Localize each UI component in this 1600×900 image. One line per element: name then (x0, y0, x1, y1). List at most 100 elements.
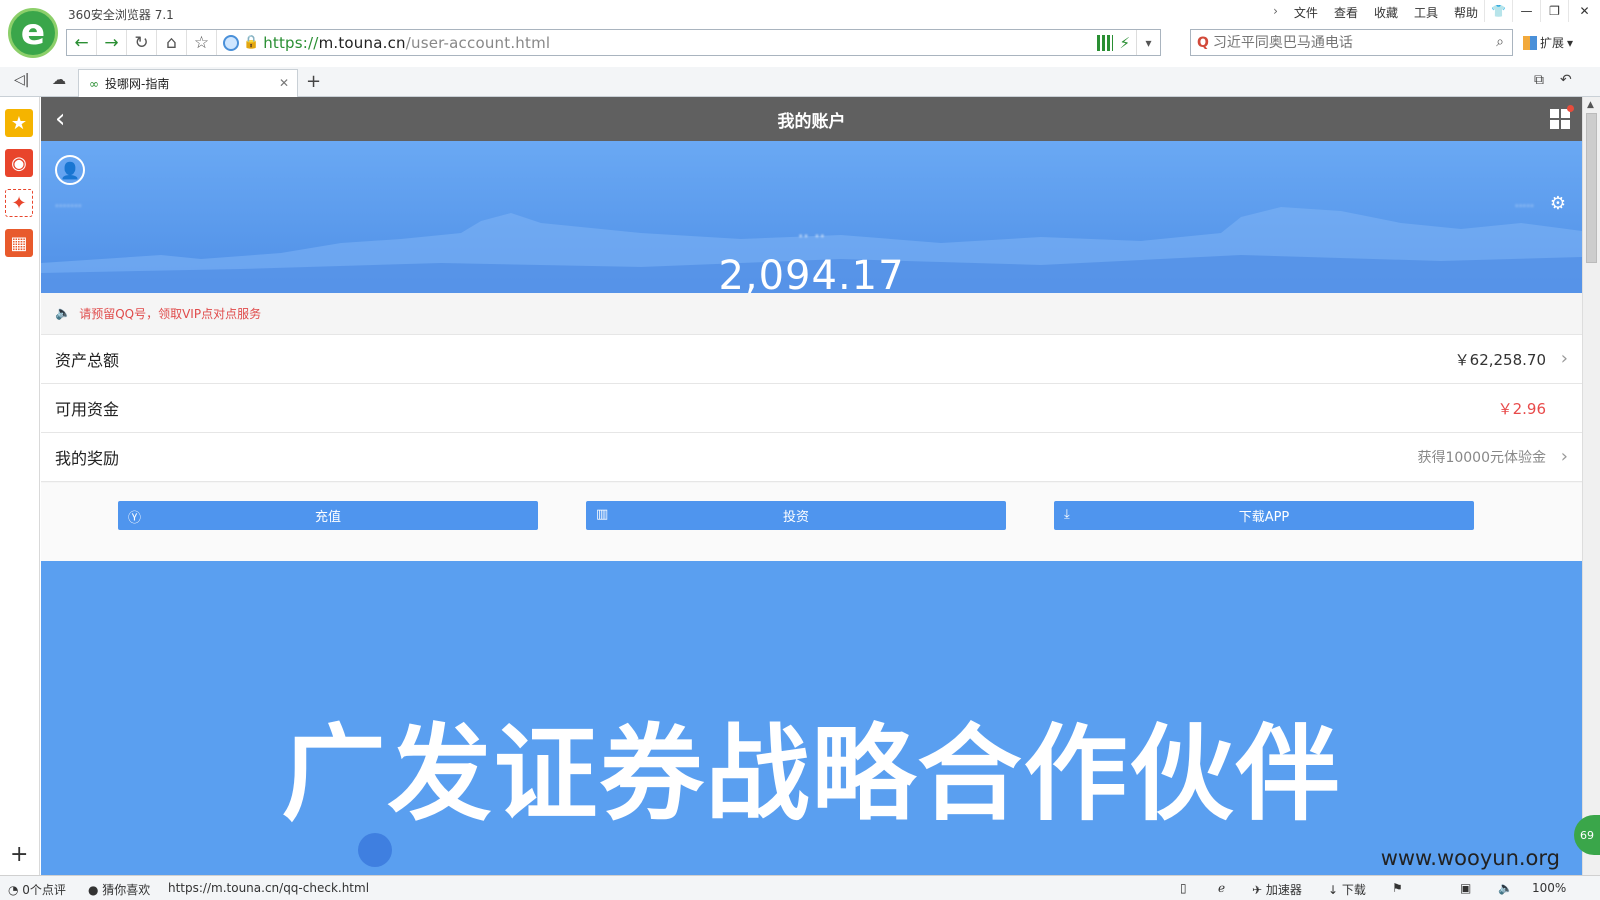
weibo-icon[interactable]: ◉ (5, 149, 33, 177)
page-header: ‹ 我的账户 (41, 97, 1582, 141)
notice-text: 请预留QQ号，领取VIP点对点服务 (79, 307, 262, 321)
invest-label: 投资 (782, 510, 809, 525)
vip-notice[interactable]: 🔈 请预留QQ号，领取VIP点对点服务 (41, 293, 1582, 335)
username-blurred: ······· (55, 199, 82, 213)
home-button[interactable]: ⌂ (157, 30, 187, 55)
chevron-right-icon[interactable]: › (1273, 4, 1278, 21)
skin-icon[interactable]: 👕 (1484, 0, 1512, 22)
lightning-icon[interactable]: ⚡ (1119, 34, 1130, 52)
vip-level-blurred: ····· (1514, 199, 1534, 213)
download-app-label: 下载APP (1238, 510, 1290, 525)
url-field[interactable]: https://m.touna.cn/user-account.html (263, 34, 550, 52)
back-arrow-icon[interactable]: ‹ (55, 104, 65, 134)
tab-favicon-icon: ∞ (89, 76, 99, 91)
accelerator-label: 加速器 (1265, 883, 1302, 897)
download-app-button[interactable]: ⤓ 下载APP (1054, 501, 1474, 530)
chevron-down-icon[interactable]: ▾ (1136, 30, 1160, 55)
menu-bar: › 文件 查看 收藏 工具 帮助 (1273, 4, 1478, 21)
gear-icon[interactable]: ⚙ (1550, 193, 1566, 214)
invest-button[interactable]: ▥ 投资 (586, 501, 1006, 530)
maximize-button[interactable]: ❐ (1540, 0, 1568, 22)
search-engine-icon[interactable]: Q (1197, 35, 1209, 51)
new-tab-button[interactable]: + (306, 71, 321, 92)
site-globe-icon (223, 34, 239, 51)
browser-logo-icon[interactable]: e (8, 8, 58, 58)
window-icon[interactable]: ▣ (1460, 881, 1471, 895)
flag-icon[interactable]: ⚑ (1392, 881, 1403, 895)
bookmark-star-button[interactable]: ☆ (187, 30, 217, 55)
row-available-funds[interactable]: 可用资金 ￥2.96 (41, 384, 1582, 433)
scroll-up-icon[interactable]: ▲ (1587, 100, 1594, 110)
window-controls: 👕 — ❐ ✕ (1484, 0, 1600, 22)
balance-label: ·· ·· (797, 227, 826, 247)
page-viewport: ‹ 我的账户 👤 ······· ····· ⚙ ·· ·· 2,094.17 … (41, 97, 1582, 875)
volume-icon[interactable]: 🔈 (1498, 881, 1513, 895)
left-sidebar: ★ ◉ ✦ ▦ + (0, 97, 40, 875)
scrollbar[interactable]: ▲ (1582, 97, 1600, 875)
speaker-icon: 🔈 (55, 306, 72, 321)
menu-file[interactable]: 文件 (1294, 4, 1318, 21)
back-button[interactable]: ← (67, 30, 97, 55)
close-window-button[interactable]: ✕ (1568, 0, 1600, 22)
zoom-level[interactable]: 100% (1532, 881, 1566, 895)
row-my-rewards[interactable]: 我的奖励 获得10000元体验金 › (41, 433, 1582, 482)
forward-button[interactable]: → (97, 30, 127, 55)
download-icon: ⤓ (1064, 507, 1070, 522)
recharge-label: 充值 (314, 510, 341, 525)
menu-grid-icon[interactable] (1550, 109, 1570, 129)
app-icon[interactable]: ✦ (5, 189, 33, 217)
cloud-icon[interactable]: ☁ (52, 72, 66, 88)
row-value: 获得10000元体验金 (1417, 450, 1546, 466)
page-title: 我的账户 (777, 111, 846, 132)
tab-bar: ◁| ☁ ∞ 投哪网-指南 ✕ + ⧉ ↶ (0, 67, 1600, 97)
extensions-icon (1523, 35, 1537, 50)
close-tab-icon[interactable]: ✕ (279, 76, 289, 90)
mobile-icon[interactable]: ▯ (1180, 881, 1187, 895)
chevron-right-icon: › (1560, 348, 1568, 369)
scrollbar-thumb[interactable] (1586, 113, 1597, 263)
promo-banner[interactable]: 广发证券战略合作伙伴 (41, 561, 1582, 875)
menu-tools[interactable]: 工具 (1414, 4, 1438, 21)
status-bar: ◔ 0个点评 ● 猜你喜欢 https://m.touna.cn/qq-chec… (0, 875, 1600, 900)
sidebar-toggle-icon[interactable]: ◁| (14, 72, 29, 88)
floating-bubble[interactable] (358, 833, 392, 867)
game-icon[interactable]: ▦ (5, 229, 33, 257)
row-label: 我的奖励 (55, 449, 120, 468)
row-total-assets[interactable]: 资产总额 ￥62,258.70 › (41, 335, 1582, 384)
minimize-button[interactable]: — (1512, 0, 1540, 22)
favorites-star-icon[interactable]: ★ (5, 109, 33, 137)
download-status[interactable]: ↓ 下载 (1328, 881, 1366, 898)
tab-title: 投哪网-指南 (105, 77, 170, 91)
qr-code-icon[interactable] (1097, 34, 1114, 51)
comments-status[interactable]: ◔ 0个点评 (8, 881, 66, 898)
action-buttons: Ⓨ 充值 ▥ 投资 ⤓ 下载APP (41, 483, 1582, 561)
menu-view[interactable]: 查看 (1334, 4, 1358, 21)
search-icon[interactable]: ⌕ (1496, 34, 1504, 50)
url-protocol: https:// (263, 33, 319, 52)
menu-help[interactable]: 帮助 (1454, 4, 1478, 21)
address-bar: ← → ↻ ⌂ ☆ 🔒 https://m.touna.cn/user-acco… (66, 29, 1161, 56)
refresh-button[interactable]: ↻ (127, 30, 157, 55)
restore-tab-icon[interactable]: ⧉ (1534, 72, 1544, 88)
extensions-button[interactable]: 扩展 ▾ (1523, 34, 1573, 51)
row-label: 可用资金 (55, 400, 120, 419)
tab-touna[interactable]: ∞ 投哪网-指南 ✕ (78, 69, 298, 97)
undo-close-icon[interactable]: ↶ (1560, 72, 1572, 88)
lock-icon: 🔒 (243, 35, 260, 50)
app-title: 360安全浏览器 7.1 (68, 8, 174, 22)
guess-you-like[interactable]: ● 猜你喜欢 (88, 881, 150, 898)
account-list: 资产总额 ￥62,258.70 › 可用资金 ￥2.96 我的奖励 获得1000… (41, 335, 1582, 482)
accelerator-button[interactable]: ✈ 加速器 (1252, 881, 1302, 898)
search-input[interactable] (1212, 34, 1473, 51)
row-value: ￥62,258.70 (1454, 350, 1546, 369)
avatar[interactable]: 👤 (55, 155, 85, 185)
menu-favorites[interactable]: 收藏 (1374, 4, 1398, 21)
recharge-button[interactable]: Ⓨ 充值 (118, 501, 538, 530)
add-sidebar-button[interactable]: + (10, 842, 28, 867)
ie-mode-icon[interactable]: ℯ (1218, 881, 1225, 895)
balance-value: 2,094.17 (718, 253, 905, 293)
row-value: ￥2.96 (1497, 399, 1546, 418)
url-host: m.touna.cn (318, 33, 406, 52)
comments-label: 0个点评 (22, 883, 66, 897)
download-label: 下载 (1341, 883, 1366, 897)
